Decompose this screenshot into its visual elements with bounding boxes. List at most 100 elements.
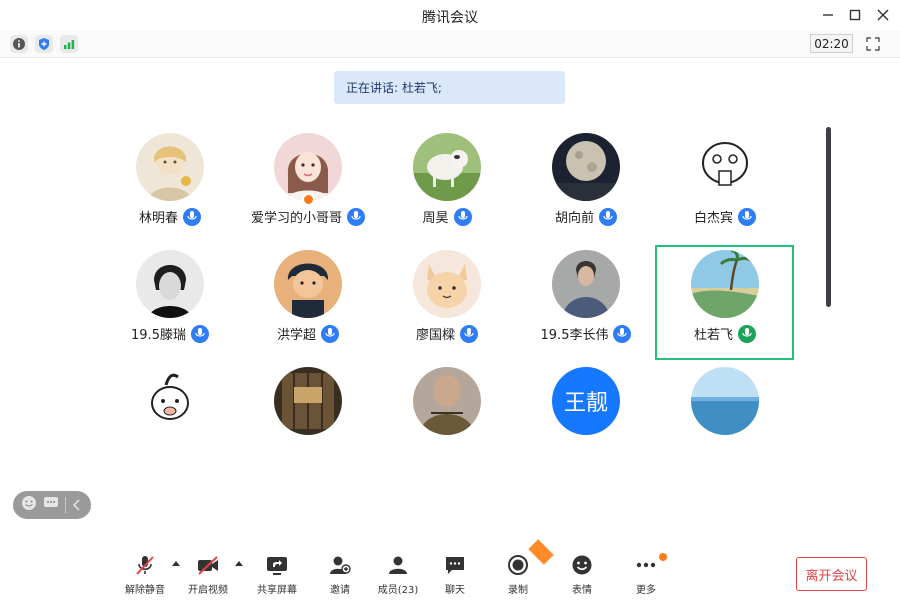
mic-on-icon — [738, 207, 756, 226]
participant-tile[interactable] — [238, 367, 378, 483]
divider — [65, 497, 66, 513]
mic-on-icon — [460, 324, 478, 343]
participant-tile[interactable]: 林明春 — [100, 133, 240, 249]
participant-tile[interactable]: 19.5李长伟 — [516, 250, 656, 366]
avatar — [552, 133, 620, 201]
participant-name-row: 洪学超 — [238, 324, 378, 343]
shield-icon[interactable] — [35, 35, 53, 53]
share-screen-label: 共享屏幕 — [257, 585, 297, 596]
avatar — [691, 250, 759, 318]
mic-on-icon — [599, 207, 617, 226]
emoji-icon[interactable] — [21, 495, 37, 515]
participant-name: 19.5滕瑞 — [131, 328, 186, 343]
members-icon — [386, 553, 410, 577]
info-icon[interactable] — [10, 35, 28, 53]
title-bar: 腾讯会议 — [0, 0, 900, 30]
participant-name: 杜若飞 — [693, 328, 733, 343]
participant-tile[interactable]: 廖国樑 — [377, 250, 517, 366]
participant-scrollbar[interactable] — [826, 127, 831, 307]
host-badge-icon — [302, 193, 315, 206]
reactions-button[interactable]: 表情 — [552, 553, 612, 598]
mic-on-icon — [321, 324, 339, 343]
chat-label: 聊天 — [445, 585, 465, 596]
share-screen-icon — [265, 553, 289, 577]
invite-icon — [328, 553, 352, 577]
mic-on-icon — [453, 207, 472, 226]
unmute-label: 解除静音 — [125, 585, 165, 596]
avatar — [413, 250, 481, 318]
mic-muted-icon — [133, 553, 157, 577]
members-button[interactable]: 成员(23) — [368, 553, 428, 598]
meeting-toolbar: 02:20 — [0, 30, 900, 58]
maximize-icon[interactable] — [845, 5, 865, 25]
participant-name-row: 周昊 — [377, 207, 517, 226]
start-video-label: 开启视频 — [188, 585, 228, 596]
invite-label: 邀请 — [330, 585, 350, 596]
mic-speaking-icon — [738, 324, 756, 343]
chat-bubble-icon[interactable] — [43, 495, 59, 515]
more-button[interactable]: 更多 — [616, 553, 676, 598]
avatar — [413, 367, 481, 435]
avatar — [691, 133, 759, 201]
participant-name-row: 19.5滕瑞 — [100, 324, 240, 343]
chat-icon — [443, 553, 467, 577]
notification-dot-icon — [659, 553, 667, 561]
share-screen-button[interactable]: 共享屏幕 — [247, 553, 307, 598]
invite-button[interactable]: 邀请 — [310, 553, 370, 598]
video-options-caret-icon[interactable] — [235, 561, 243, 566]
mic-on-icon — [190, 324, 209, 343]
chat-button[interactable]: 聊天 — [425, 553, 485, 598]
participant-name: 爱学习的小哥哥 — [250, 211, 342, 226]
participant-name: 周昊 — [422, 211, 449, 226]
participant-name: 19.5李长伟 — [540, 328, 609, 343]
fullscreen-icon[interactable] — [864, 35, 882, 53]
mic-on-icon — [347, 207, 365, 226]
avatar: 王靓 — [552, 367, 620, 435]
avatar — [274, 250, 342, 318]
participant-name-row: 胡向前 — [516, 207, 656, 226]
participant-name: 林明春 — [138, 211, 178, 226]
avatar — [691, 367, 759, 435]
participant-name: 白杰宾 — [693, 211, 733, 226]
participant-name-row: 杜若飞 — [655, 324, 795, 343]
minimize-icon[interactable] — [818, 5, 838, 25]
leave-meeting-button[interactable]: 离开会议 — [796, 557, 867, 591]
avatar — [136, 250, 204, 318]
chevron-left-icon[interactable] — [72, 496, 82, 515]
participant-tile[interactable]: 白杰宾 — [655, 133, 795, 249]
participant-tile[interactable]: 胡向前 — [516, 133, 656, 249]
avatar — [552, 250, 620, 318]
record-label: 录制 — [508, 585, 528, 596]
participant-tile[interactable]: 19.5滕瑞 — [100, 250, 240, 366]
participant-tile[interactable]: 爱学习的小哥哥 — [238, 133, 378, 249]
participant-name: 廖国樑 — [415, 328, 455, 343]
participant-name: 胡向前 — [554, 211, 594, 226]
more-label: 更多 — [636, 585, 656, 596]
members-label: 成员(23) — [377, 585, 419, 596]
avatar — [136, 133, 204, 201]
participant-tile[interactable]: 杜若飞 — [655, 250, 795, 366]
start-video-button[interactable]: 开启视频 — [178, 553, 238, 598]
close-icon[interactable] — [873, 5, 893, 25]
participant-name-row: 爱学习的小哥哥 — [238, 207, 378, 226]
emoji-icon — [570, 553, 594, 577]
avatar-initials: 王靓 — [552, 367, 620, 435]
avatar — [274, 367, 342, 435]
meeting-timer: 02:20 — [810, 34, 853, 53]
record-icon — [506, 553, 530, 577]
signal-icon[interactable] — [60, 35, 78, 53]
participant-tile[interactable] — [377, 367, 517, 483]
avatar — [274, 133, 342, 201]
participant-name-row: 廖国樑 — [377, 324, 517, 343]
participant-tile[interactable] — [655, 367, 795, 483]
more-icon — [634, 553, 658, 577]
participant-tile[interactable]: 王靓 — [516, 367, 656, 483]
participant-tile[interactable]: 洪学超 — [238, 250, 378, 366]
avatar — [413, 133, 481, 201]
participant-tile[interactable] — [100, 367, 240, 483]
participant-tile[interactable]: 周昊 — [377, 133, 517, 249]
participant-name-row: 19.5李长伟 — [516, 324, 656, 343]
participant-name-row: 白杰宾 — [655, 207, 795, 226]
mic-on-icon — [613, 324, 632, 343]
unmute-button[interactable]: 解除静音 — [115, 553, 175, 598]
